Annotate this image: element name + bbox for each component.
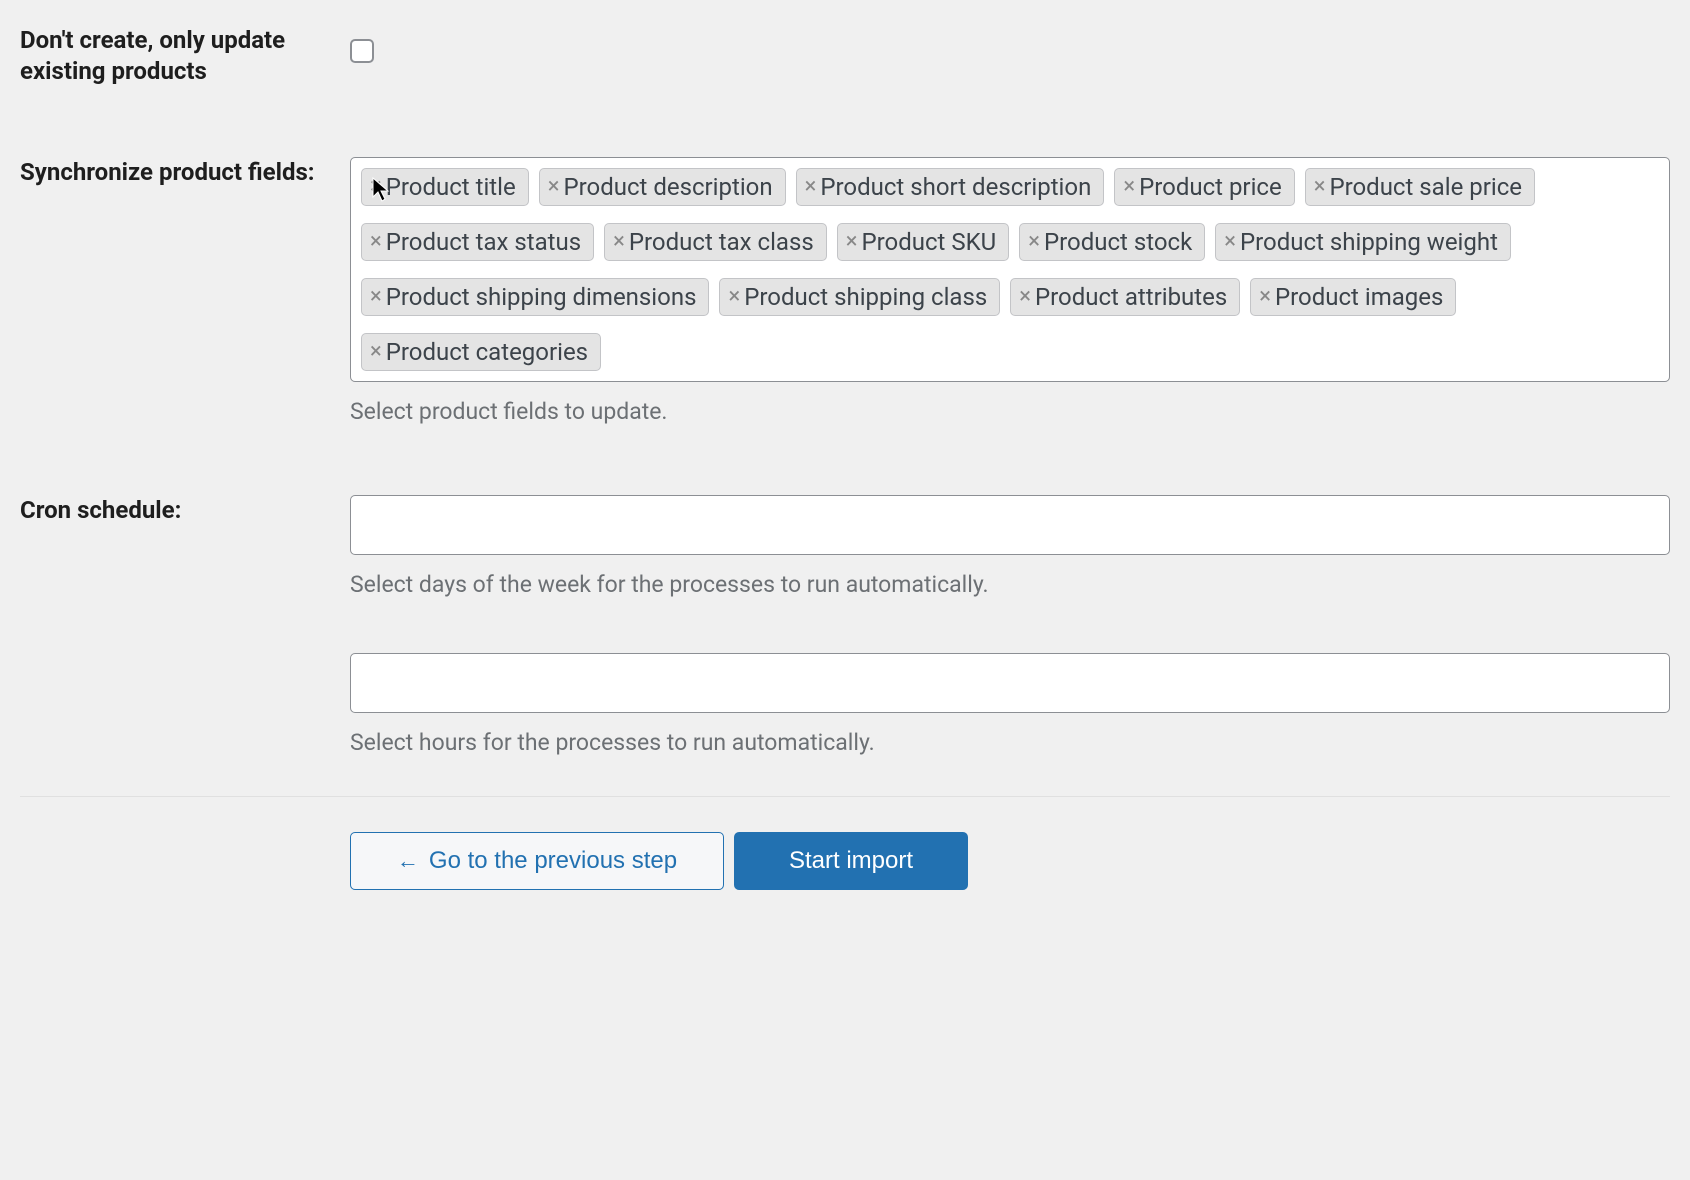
tag-label: Product categories	[386, 340, 588, 364]
start-import-button[interactable]: Start import	[734, 832, 968, 890]
remove-tag-icon[interactable]: ×	[1123, 176, 1135, 198]
remove-tag-icon[interactable]: ×	[1314, 176, 1326, 198]
remove-tag-icon[interactable]: ×	[805, 176, 817, 198]
tag-label: Product shipping weight	[1240, 230, 1498, 254]
row-update-only: Don't create, only update existing produ…	[20, 25, 1670, 87]
remove-tag-icon[interactable]: ×	[370, 231, 382, 253]
tag-product-title[interactable]: ×Product title	[361, 168, 529, 206]
cron-days-select[interactable]	[350, 495, 1670, 555]
start-import-label: Start import	[789, 849, 913, 873]
remove-tag-icon[interactable]: ×	[370, 341, 382, 363]
remove-tag-icon[interactable]: ×	[846, 231, 858, 253]
cron-hours-select[interactable]	[350, 653, 1670, 713]
label-sync-fields: Synchronize product fields:	[20, 157, 350, 188]
tag-product-sku[interactable]: ×Product SKU	[837, 223, 1009, 261]
tag-product-short-description[interactable]: ×Product short description	[796, 168, 1105, 206]
tag-label: Product title	[386, 175, 516, 199]
remove-tag-icon[interactable]: ×	[1224, 231, 1236, 253]
remove-tag-icon[interactable]: ×	[1028, 231, 1040, 253]
tag-product-shipping-weight[interactable]: ×Product shipping weight	[1215, 223, 1511, 261]
remove-tag-icon[interactable]: ×	[1259, 286, 1271, 308]
remove-tag-icon[interactable]: ×	[548, 176, 560, 198]
remove-tag-icon[interactable]: ×	[370, 176, 382, 198]
tag-label: Product attributes	[1035, 285, 1227, 309]
tag-label: Product shipping dimensions	[386, 285, 697, 309]
divider	[20, 796, 1670, 797]
label-update-only: Don't create, only update existing produ…	[20, 25, 350, 87]
arrow-left-icon: ←	[397, 850, 419, 872]
tag-label: Product images	[1275, 285, 1443, 309]
checkbox-update-only[interactable]	[350, 39, 374, 63]
help-cron-days: Select days of the week for the processe…	[350, 571, 1670, 598]
remove-tag-icon[interactable]: ×	[613, 231, 625, 253]
prev-step-label: Go to the previous step	[429, 849, 677, 873]
tag-product-tax-class[interactable]: ×Product tax class	[604, 223, 827, 261]
tag-label: Product shipping class	[744, 285, 987, 309]
tag-product-stock[interactable]: ×Product stock	[1019, 223, 1205, 261]
remove-tag-icon[interactable]: ×	[1019, 286, 1031, 308]
tag-label: Product stock	[1044, 230, 1192, 254]
tag-label: Product price	[1139, 175, 1282, 199]
prev-step-button[interactable]: ← Go to the previous step	[350, 832, 724, 890]
tag-product-images[interactable]: ×Product images	[1250, 278, 1456, 316]
help-sync-fields: Select product fields to update.	[350, 398, 1670, 425]
tag-product-shipping-dimensions[interactable]: ×Product shipping dimensions	[361, 278, 709, 316]
row-sync-fields: Synchronize product fields: ×Product tit…	[20, 157, 1670, 425]
label-cron: Cron schedule:	[20, 495, 350, 526]
remove-tag-icon[interactable]: ×	[728, 286, 740, 308]
tag-product-shipping-class[interactable]: ×Product shipping class	[719, 278, 1000, 316]
tag-label: Product SKU	[862, 230, 997, 254]
help-cron-hours: Select hours for the processes to run au…	[350, 729, 1670, 756]
tag-product-attributes[interactable]: ×Product attributes	[1010, 278, 1240, 316]
row-cron-days: Cron schedule: Select days of the week f…	[20, 495, 1670, 598]
tag-product-description[interactable]: ×Product description	[539, 168, 786, 206]
tag-label: Product sale price	[1329, 175, 1522, 199]
tag-product-categories[interactable]: ×Product categories	[361, 333, 601, 371]
tag-label: Product tax class	[629, 230, 814, 254]
button-row: ← Go to the previous step Start import	[20, 832, 1670, 890]
row-cron-hours: Select hours for the processes to run au…	[20, 653, 1670, 756]
sync-fields-multiselect[interactable]: ×Product title×Product description×Produ…	[350, 157, 1670, 382]
tag-label: Product tax status	[386, 230, 581, 254]
tag-product-sale-price[interactable]: ×Product sale price	[1305, 168, 1535, 206]
remove-tag-icon[interactable]: ×	[370, 286, 382, 308]
tag-product-price[interactable]: ×Product price	[1114, 168, 1294, 206]
tag-label: Product description	[563, 175, 772, 199]
tag-label: Product short description	[820, 175, 1091, 199]
tag-product-tax-status[interactable]: ×Product tax status	[361, 223, 594, 261]
